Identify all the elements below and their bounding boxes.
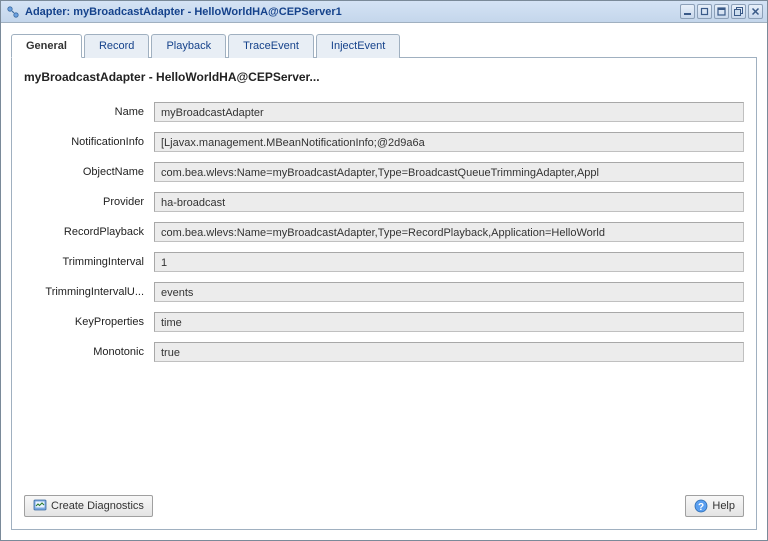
value-name: myBroadcastAdapter (154, 102, 744, 122)
row-recordplayback: RecordPlayback com.bea.wlevs:Name=myBroa… (24, 222, 744, 242)
diagnostics-icon (33, 499, 47, 513)
help-icon: ? (694, 499, 708, 513)
row-name: Name myBroadcastAdapter (24, 102, 744, 122)
window-controls (680, 4, 763, 19)
detach-button[interactable] (731, 4, 746, 19)
adapter-icon (5, 4, 21, 20)
properties-form: Name myBroadcastAdapter NotificationInfo… (24, 102, 744, 489)
restore-button[interactable] (697, 4, 712, 19)
tab-record[interactable]: Record (84, 34, 149, 58)
tab-playback[interactable]: Playback (151, 34, 226, 58)
value-keyproperties: time (154, 312, 744, 332)
help-button[interactable]: ? Help (685, 495, 744, 517)
label-notificationinfo: NotificationInfo (24, 136, 154, 148)
help-label: Help (712, 500, 735, 512)
tabstrip: General Record Playback TraceEvent Injec… (11, 33, 757, 57)
row-trimminginterval: TrimmingInterval 1 (24, 252, 744, 272)
row-objectname: ObjectName com.bea.wlevs:Name=myBroadcas… (24, 162, 744, 182)
value-trimmingintervalu: events (154, 282, 744, 302)
tab-general[interactable]: General (11, 34, 82, 58)
minimize-button[interactable] (680, 4, 695, 19)
create-diagnostics-label: Create Diagnostics (51, 500, 144, 512)
content-area: General Record Playback TraceEvent Injec… (1, 23, 767, 540)
maximize-button[interactable] (714, 4, 729, 19)
label-provider: Provider (24, 196, 154, 208)
tab-traceevent[interactable]: TraceEvent (228, 34, 314, 58)
tab-injectevent[interactable]: InjectEvent (316, 34, 400, 58)
create-diagnostics-button[interactable]: Create Diagnostics (24, 495, 153, 517)
row-provider: Provider ha-broadcast (24, 192, 744, 212)
value-trimminginterval: 1 (154, 252, 744, 272)
label-trimmingintervalu: TrimmingIntervalU... (24, 286, 154, 298)
titlebar: Adapter: myBroadcastAdapter - HelloWorld… (1, 1, 767, 23)
label-monotonic: Monotonic (24, 346, 154, 358)
value-provider: ha-broadcast (154, 192, 744, 212)
row-monotonic: Monotonic true (24, 342, 744, 362)
close-button[interactable] (748, 4, 763, 19)
label-name: Name (24, 106, 154, 118)
window: Adapter: myBroadcastAdapter - HelloWorld… (0, 0, 768, 541)
label-recordplayback: RecordPlayback (24, 226, 154, 238)
label-objectname: ObjectName (24, 166, 154, 178)
row-trimmingintervalu: TrimmingIntervalU... events (24, 282, 744, 302)
value-notificationinfo: [Ljavax.management.MBeanNotificationInfo… (154, 132, 744, 152)
value-objectname: com.bea.wlevs:Name=myBroadcastAdapter,Ty… (154, 162, 744, 182)
row-notificationinfo: NotificationInfo [Ljavax.management.MBea… (24, 132, 744, 152)
tab-panel-general: myBroadcastAdapter - HelloWorldHA@CEPSer… (11, 57, 757, 530)
label-trimminginterval: TrimmingInterval (24, 256, 154, 268)
page-title: myBroadcastAdapter - HelloWorldHA@CEPSer… (24, 70, 744, 84)
value-recordplayback: com.bea.wlevs:Name=myBroadcastAdapter,Ty… (154, 222, 744, 242)
window-title: Adapter: myBroadcastAdapter - HelloWorld… (25, 6, 680, 18)
button-bar: Create Diagnostics ? Help (24, 495, 744, 517)
row-keyproperties: KeyProperties time (24, 312, 744, 332)
svg-text:?: ? (698, 502, 704, 513)
label-keyproperties: KeyProperties (24, 316, 154, 328)
value-monotonic: true (154, 342, 744, 362)
